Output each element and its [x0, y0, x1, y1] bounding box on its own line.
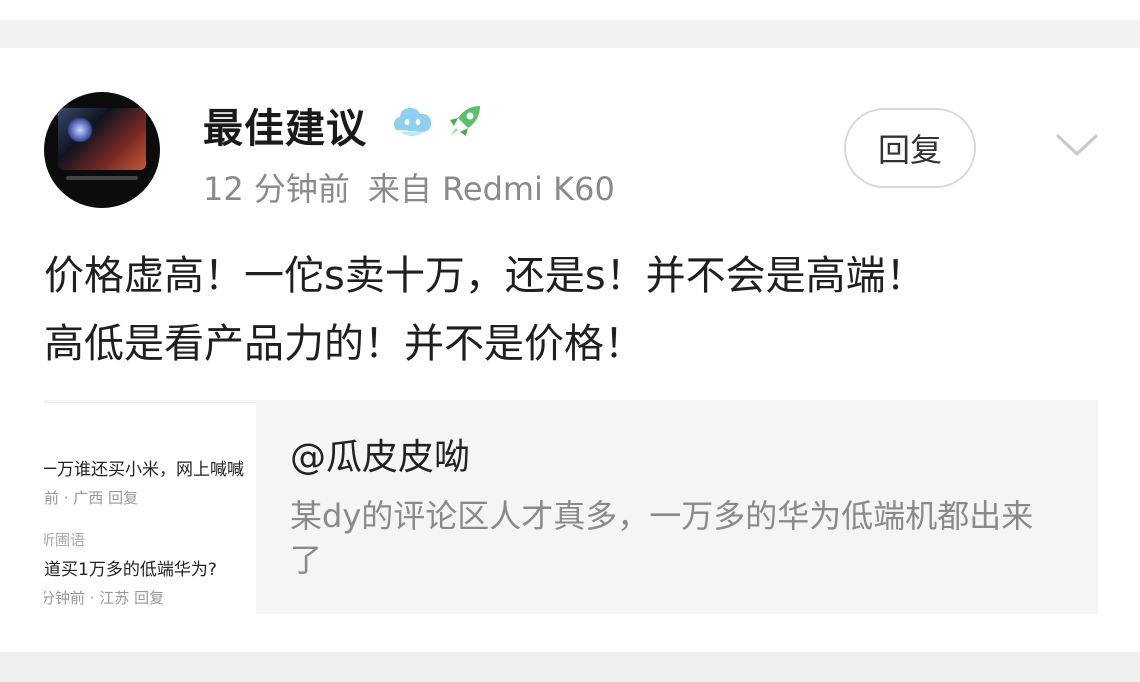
post-content-line: 高低是看产品力的！并不是价格！ — [44, 321, 644, 367]
post-content: 价格虚高！一佗s卖十万，还是s！并不会是高端！ 高低是看产品力的！并不是价格！ — [44, 242, 1104, 378]
post-meta: 12 分钟前 来自 Redmi K60 — [203, 164, 615, 210]
comment-card: 最佳建议 12 分钟前 来自 Redmi K60 回复 价格虚高！一佗s卖十万，还… — [0, 48, 1140, 652]
cloud-mascot-icon — [392, 102, 434, 146]
bottom-separator — [0, 652, 1140, 682]
avatar-image — [58, 108, 146, 170]
rocket-icon — [444, 102, 484, 146]
top-separator — [0, 20, 1140, 48]
post-time: 12 分钟前 — [203, 170, 350, 208]
username[interactable]: 最佳建议 — [203, 96, 367, 154]
quoted-text: 某dy的评论区人才真多，一万多的华为低端机都出来了 — [290, 497, 1034, 579]
thumbnail-text: 分钟前 · 江苏 回复 — [44, 589, 165, 607]
chevron-down-icon[interactable] — [1056, 134, 1098, 162]
thumbnail-text: 道买1万多的低端华为? — [44, 560, 217, 580]
top-strip — [0, 0, 1140, 20]
post-source: 来自 Redmi K60 — [367, 170, 615, 208]
thumbnail-text: 一万谁还买小米，网上喊喊 — [44, 460, 244, 480]
post-content-line: 价格虚高！一佗s卖十万，还是s！并不会是高端！ — [44, 253, 926, 299]
quoted-username[interactable]: @瓜皮皮呦 — [290, 428, 470, 480]
thumbnail-text: 前 · 广西 回复 — [44, 489, 139, 507]
quoted-post[interactable]: 一万谁还买小米，网上喊喊 前 · 广西 回复 昕圃语 道买1万多的低端华为? 分… — [44, 400, 1098, 615]
quoted-thumbnail[interactable]: 一万谁还买小米，网上喊喊 前 · 广西 回复 昕圃语 道买1万多的低端华为? 分… — [44, 402, 256, 615]
thumbnail-text: 昕圃语 — [44, 531, 86, 549]
avatar[interactable] — [44, 92, 160, 208]
reply-button[interactable]: 回复 — [844, 108, 976, 188]
